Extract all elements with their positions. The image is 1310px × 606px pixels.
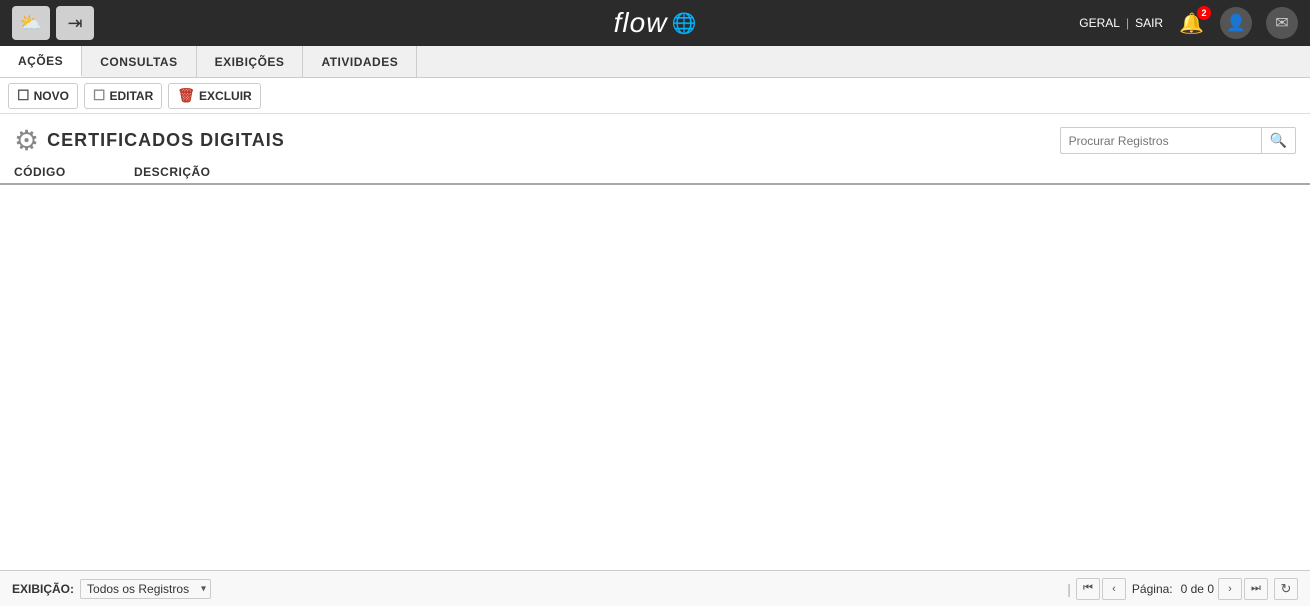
cloud-icon: ⛅ <box>20 13 42 34</box>
exhibition-select[interactable]: Todos os Registros <box>80 579 211 599</box>
editar-label: EDITAR <box>109 89 153 103</box>
search-button[interactable]: 🔍 <box>1261 128 1295 153</box>
novo-label: NOVO <box>34 89 69 103</box>
search-input[interactable] <box>1061 130 1261 152</box>
nav-separator: | <box>1126 16 1129 30</box>
page-number: 0 de 0 <box>1181 582 1214 596</box>
tab-atividades[interactable]: ATIVIDADES <box>303 46 417 77</box>
editar-icon: ☐ <box>93 87 106 104</box>
tab-consultas[interactable]: CONSULTAS <box>82 46 196 77</box>
logo-text: flow <box>614 7 668 39</box>
mail-button[interactable]: ✉ <box>1266 7 1298 39</box>
header-nav-links: GERAL | SAIR <box>1079 16 1163 30</box>
nav-pipe-sep: | <box>1067 581 1071 597</box>
tab-acoes[interactable]: AÇÕES <box>0 46 82 77</box>
prev-page-button[interactable]: ‹ <box>1102 578 1126 600</box>
first-page-icon: ⏮ <box>1083 582 1093 595</box>
main-content: ⚙ CERTIFICADOS DIGITAIS 🔍 CÓDIGO DESCRIÇ… <box>0 114 1310 570</box>
footer-right: | ⏮ ‹ Página: 0 de 0 › ⏭ ↻ <box>1064 578 1298 600</box>
settings-gear-icon: ⚙ <box>14 124 39 157</box>
footer-left: EXIBIÇÃO: Todos os Registros <box>12 579 211 599</box>
toolbar: ☐ NOVO ☐ EDITAR 🗑 EXCLUIR <box>0 78 1310 114</box>
mail-icon: ✉ <box>1275 13 1288 33</box>
next-page-icon: › <box>1228 583 1232 595</box>
page-label: Página: <box>1132 582 1173 596</box>
last-page-icon: ⏭ <box>1251 582 1261 595</box>
last-page-button[interactable]: ⏭ <box>1244 578 1268 600</box>
exit-icon-button[interactable]: ⇥ <box>56 6 94 40</box>
excluir-icon: 🗑 <box>177 87 195 104</box>
header-right: GERAL | SAIR 🔔 2 👤 ✉ <box>1079 7 1298 39</box>
refresh-button[interactable]: ↻ <box>1274 578 1298 600</box>
tab-exibicoes[interactable]: EXIBIÇÕES <box>197 46 304 77</box>
exhibition-wrapper: Todos os Registros <box>80 579 211 599</box>
next-page-button[interactable]: › <box>1218 578 1242 600</box>
refresh-icon: ↻ <box>1281 581 1292 597</box>
first-page-button[interactable]: ⏮ <box>1076 578 1100 600</box>
page-header: ⚙ CERTIFICADOS DIGITAIS 🔍 <box>0 114 1310 161</box>
cloud-icon-button[interactable]: ⛅ <box>12 6 50 40</box>
page-title: CERTIFICADOS DIGITAIS <box>47 130 285 151</box>
logo-area: flow 🌐 <box>614 7 697 39</box>
table-header: CÓDIGO DESCRIÇÃO <box>0 161 1310 185</box>
col-descricao-header: DESCRIÇÃO <box>134 165 1296 179</box>
search-area: 🔍 <box>1060 127 1296 154</box>
page-title-area: ⚙ CERTIFICADOS DIGITAIS <box>14 124 285 157</box>
header-left: ⛅ ⇥ <box>12 6 94 40</box>
user-icon: 👤 <box>1226 13 1246 33</box>
tab-bar: AÇÕES CONSULTAS EXIBIÇÕES ATIVIDADES <box>0 46 1310 78</box>
exibicao-label: EXIBIÇÃO: <box>12 582 74 596</box>
sair-link[interactable]: SAIR <box>1135 16 1163 30</box>
exit-icon: ⇥ <box>67 13 82 34</box>
footer: EXIBIÇÃO: Todos os Registros | ⏮ ‹ Págin… <box>0 570 1310 606</box>
col-codigo-header: CÓDIGO <box>14 165 134 179</box>
excluir-label: EXCLUIR <box>199 89 252 103</box>
novo-checkbox-icon: ☐ <box>17 87 30 104</box>
notification-badge: 2 <box>1197 6 1211 20</box>
logo-cloud-icon: 🌐 <box>671 11 696 36</box>
excluir-button[interactable]: 🗑 EXCLUIR <box>168 83 260 109</box>
geral-link[interactable]: GERAL <box>1079 16 1120 30</box>
search-icon: 🔍 <box>1270 132 1287 148</box>
editar-button[interactable]: ☐ EDITAR <box>84 83 162 109</box>
notifications-button[interactable]: 🔔 2 <box>1177 9 1206 38</box>
table-body <box>0 185 1310 570</box>
prev-page-icon: ‹ <box>1112 583 1116 595</box>
novo-button[interactable]: ☐ NOVO <box>8 83 78 109</box>
user-profile-button[interactable]: 👤 <box>1220 7 1252 39</box>
header: ⛅ ⇥ flow 🌐 GERAL | SAIR 🔔 2 👤 ✉ <box>0 0 1310 46</box>
